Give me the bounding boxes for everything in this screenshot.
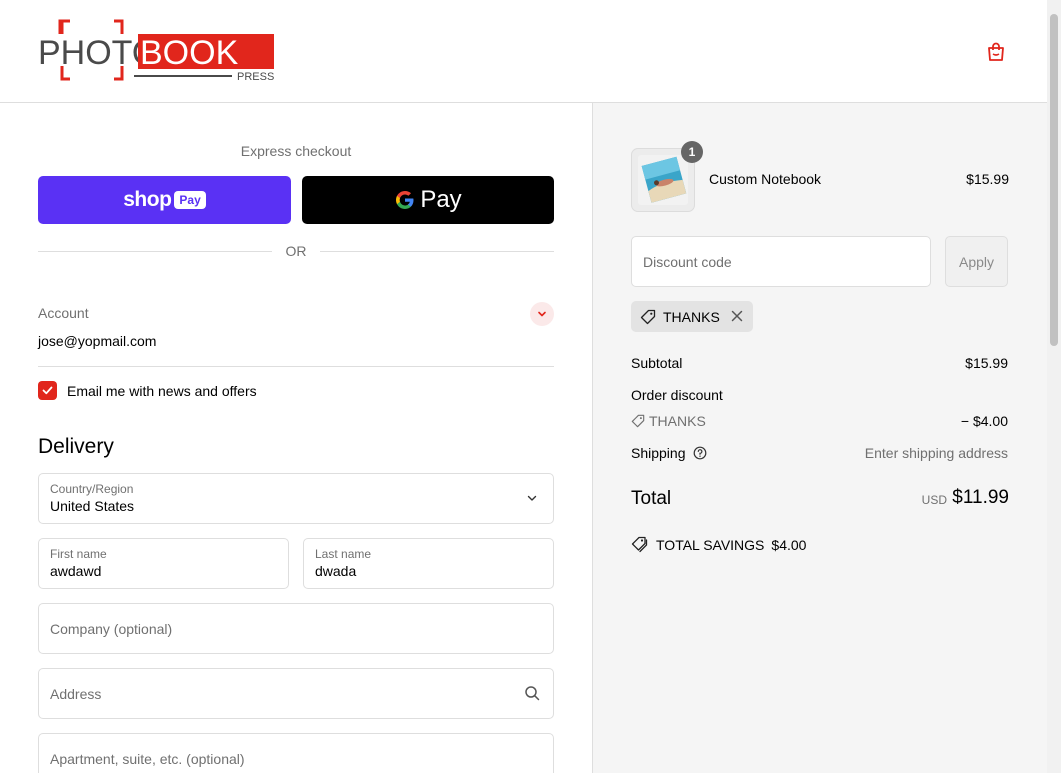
product-image <box>638 155 688 205</box>
order-discount-code-row: THANKS − $4.00 <box>631 413 1008 429</box>
last-name-label: Last name <box>315 547 372 561</box>
first-name-label: First name <box>50 547 107 561</box>
close-icon <box>731 310 743 322</box>
photobook-press-logo[interactable]: PHOTO BOOK PRESS <box>36 18 276 84</box>
order-discount-code: THANKS <box>649 413 706 429</box>
svg-text:BOOK: BOOK <box>140 34 239 72</box>
remove-discount-button[interactable] <box>729 308 745 324</box>
apartment-placeholder: Apartment, suite, etc. (optional) <box>50 751 245 767</box>
address-placeholder: Address <box>50 686 102 702</box>
tag-icon <box>631 414 645 428</box>
chevron-down-icon <box>538 311 546 317</box>
quantity-badge: 1 <box>681 141 703 163</box>
account-divider <box>38 366 554 367</box>
express-checkout-title: Express checkout <box>240 143 352 159</box>
tags-icon <box>631 536 648 553</box>
discount-code-placeholder: Discount code <box>643 254 732 270</box>
first-name-field[interactable]: First name awdawd <box>38 538 289 589</box>
address-field[interactable]: Address <box>38 668 554 719</box>
discount-code-input[interactable]: Discount code <box>631 236 931 287</box>
account-email: jose@yopmail.com <box>38 333 157 349</box>
shipping-value: Enter shipping address <box>864 445 1008 461</box>
chevron-down-icon <box>523 489 541 507</box>
total-label: Total <box>631 488 672 509</box>
apartment-field[interactable]: Apartment, suite, etc. (optional) <box>38 733 554 773</box>
applied-discount-chip: THANKS <box>631 301 753 332</box>
search-icon[interactable] <box>523 684 541 702</box>
shop-pay-label: shop <box>123 188 172 211</box>
shop-pay-button[interactable]: shop Pay <box>38 176 291 224</box>
country-label: Country/Region <box>50 482 134 496</box>
total-savings-label: TOTAL SAVINGS <box>656 536 765 553</box>
google-g-icon <box>396 191 414 209</box>
svg-text:PRESS: PRESS <box>237 71 274 83</box>
subtotal-label: Subtotal <box>631 355 683 371</box>
account-toggle-button[interactable] <box>530 302 554 326</box>
last-name-value: dwada <box>315 563 357 579</box>
or-label: OR <box>285 243 307 259</box>
shopping-bag-icon <box>988 42 1004 61</box>
first-name-value: awdawd <box>50 563 102 579</box>
order-summary: 1 Custom Notebook $15.99 Discount code A… <box>592 103 1047 773</box>
delivery-heading: Delivery <box>38 435 114 458</box>
total-savings-value: $4.00 <box>771 536 807 553</box>
subtotal-row: Subtotal $15.99 <box>631 355 1008 371</box>
account-label: Account <box>38 305 89 321</box>
order-discount-row: Order discount <box>631 387 1008 403</box>
google-pay-label: Pay <box>420 186 462 213</box>
checkmark-icon <box>42 386 53 395</box>
company-placeholder: Company (optional) <box>50 621 173 637</box>
site-header: PHOTO BOOK PRESS <box>0 0 1047 103</box>
country-select[interactable]: Country/Region United States <box>38 473 554 524</box>
shipping-row: Shipping Enter shipping address <box>631 445 1008 461</box>
tag-icon <box>640 309 656 324</box>
order-discount-value: − $4.00 <box>960 413 1008 429</box>
checkout-form: Express checkout shop Pay Pay OR Account… <box>0 103 592 773</box>
total-currency: USD <box>921 493 947 507</box>
google-pay-button[interactable]: Pay <box>302 176 554 224</box>
newsletter-checkbox[interactable] <box>38 381 57 400</box>
company-field[interactable]: Company (optional) <box>38 603 554 654</box>
last-name-field[interactable]: Last name dwada <box>303 538 554 589</box>
page-scrollbar[interactable] <box>1047 0 1061 773</box>
order-discount-label: Order discount <box>631 387 723 403</box>
help-circle-icon[interactable] <box>693 446 707 460</box>
applied-discount-code: THANKS <box>663 308 720 325</box>
total-savings: TOTAL SAVINGS $4.00 <box>631 536 806 553</box>
product-name: Custom Notebook <box>709 171 822 187</box>
product-thumbnail: 1 <box>631 141 703 212</box>
cart-button[interactable] <box>982 38 1010 66</box>
shipping-label: Shipping <box>631 445 686 461</box>
scrollbar-thumb[interactable] <box>1050 14 1058 346</box>
shop-pay-badge: Pay <box>174 191 206 209</box>
country-value: United States <box>50 498 135 514</box>
total-value: $11.99 <box>952 487 1009 508</box>
subtotal-value: $15.99 <box>965 355 1008 371</box>
or-divider: OR <box>38 243 554 259</box>
product-price: $15.99 <box>966 171 1009 187</box>
newsletter-label[interactable]: Email me with news and offers <box>67 383 257 399</box>
apply-discount-button[interactable]: Apply <box>945 236 1008 287</box>
